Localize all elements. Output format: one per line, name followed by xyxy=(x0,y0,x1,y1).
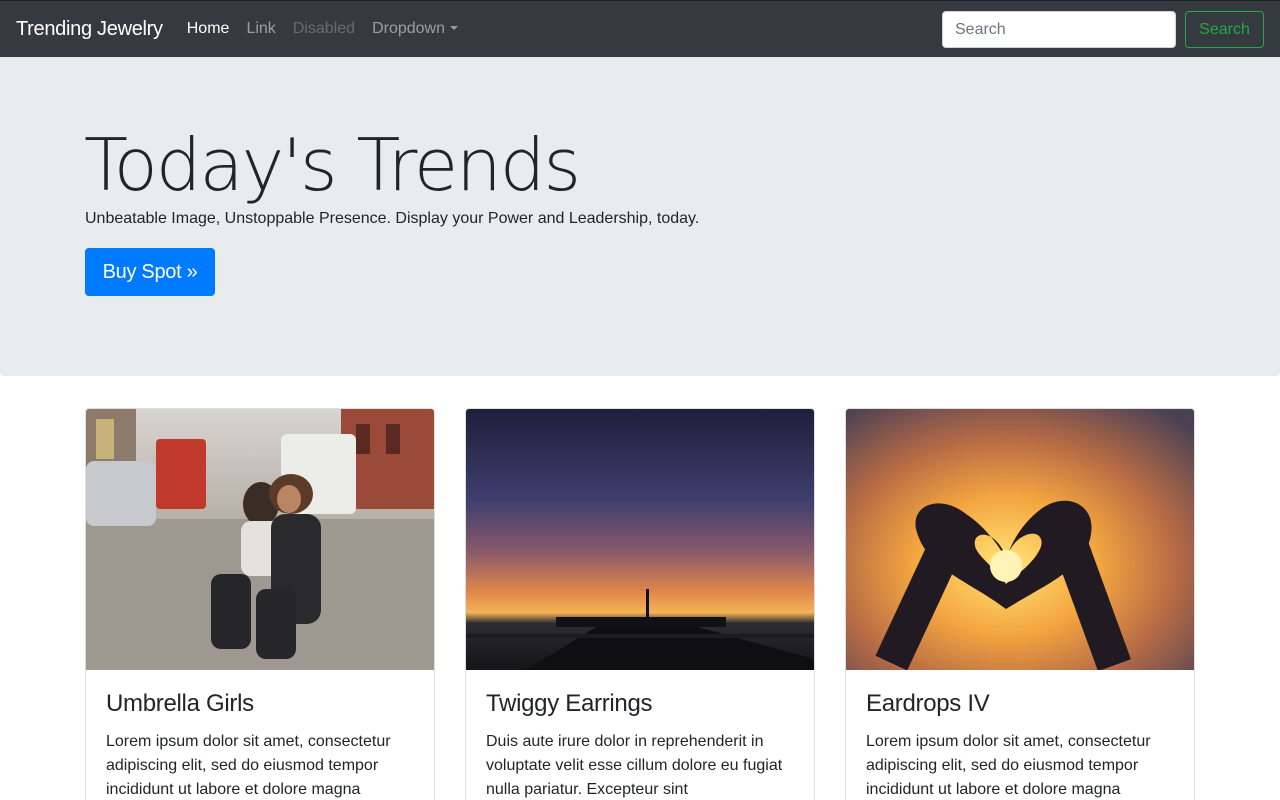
card-text: Lorem ipsum dolor sit amet, consectetur … xyxy=(106,733,391,798)
nav-link-home[interactable]: Home xyxy=(187,20,239,38)
brand-link[interactable]: Trending Jewelry xyxy=(16,18,163,41)
nav-link-link[interactable]: Link xyxy=(246,20,284,38)
card-image-street-photo xyxy=(86,409,434,670)
card-text: Duis aute irure dolor in reprehenderit i… xyxy=(486,733,783,798)
card-body: Umbrella Girls Lorem ipsum dolor sit ame… xyxy=(86,670,434,800)
search-button[interactable]: Search xyxy=(1185,11,1264,48)
buy-spot-button[interactable]: Buy Spot » xyxy=(85,248,215,296)
card-image-sunset-pier-photo xyxy=(466,409,814,670)
nav-links: Home Link Disabled Dropdown xyxy=(187,20,475,38)
card-image-heart-hands-photo xyxy=(846,409,1194,670)
search-input[interactable] xyxy=(942,11,1176,48)
card-title: Eardrops IV xyxy=(866,690,990,717)
nav-dropdown-toggle[interactable]: Dropdown xyxy=(372,20,467,38)
nav-link-disabled: Disabled xyxy=(292,20,356,37)
card-title: Twiggy Earrings xyxy=(486,690,653,717)
card-title: Umbrella Girls xyxy=(106,690,254,717)
card-body: Twiggy Earrings Duis aute irure dolor in… xyxy=(466,670,814,800)
hero-jumbotron: Today's Trends Unbeatable Image, Unstopp… xyxy=(0,57,1280,376)
product-card: Twiggy Earrings Duis aute irure dolor in… xyxy=(465,408,815,800)
caret-down-icon xyxy=(450,26,458,30)
navbar: Trending Jewelry Home Link Disabled Drop… xyxy=(0,0,1280,57)
card-text: Lorem ipsum dolor sit amet, consectetur … xyxy=(866,733,1151,798)
hero-title: Today's Trends xyxy=(84,123,581,207)
product-card: Umbrella Girls Lorem ipsum dolor sit ame… xyxy=(85,408,435,800)
nav-dropdown-label: Dropdown xyxy=(372,20,445,37)
card-body: Eardrops IV Lorem ipsum dolor sit amet, … xyxy=(846,670,1194,800)
search-form: Search xyxy=(942,11,1264,48)
hero-lead-text: Unbeatable Image, Unstoppable Presence. … xyxy=(85,210,700,227)
product-card: Eardrops IV Lorem ipsum dolor sit amet, … xyxy=(845,408,1195,800)
